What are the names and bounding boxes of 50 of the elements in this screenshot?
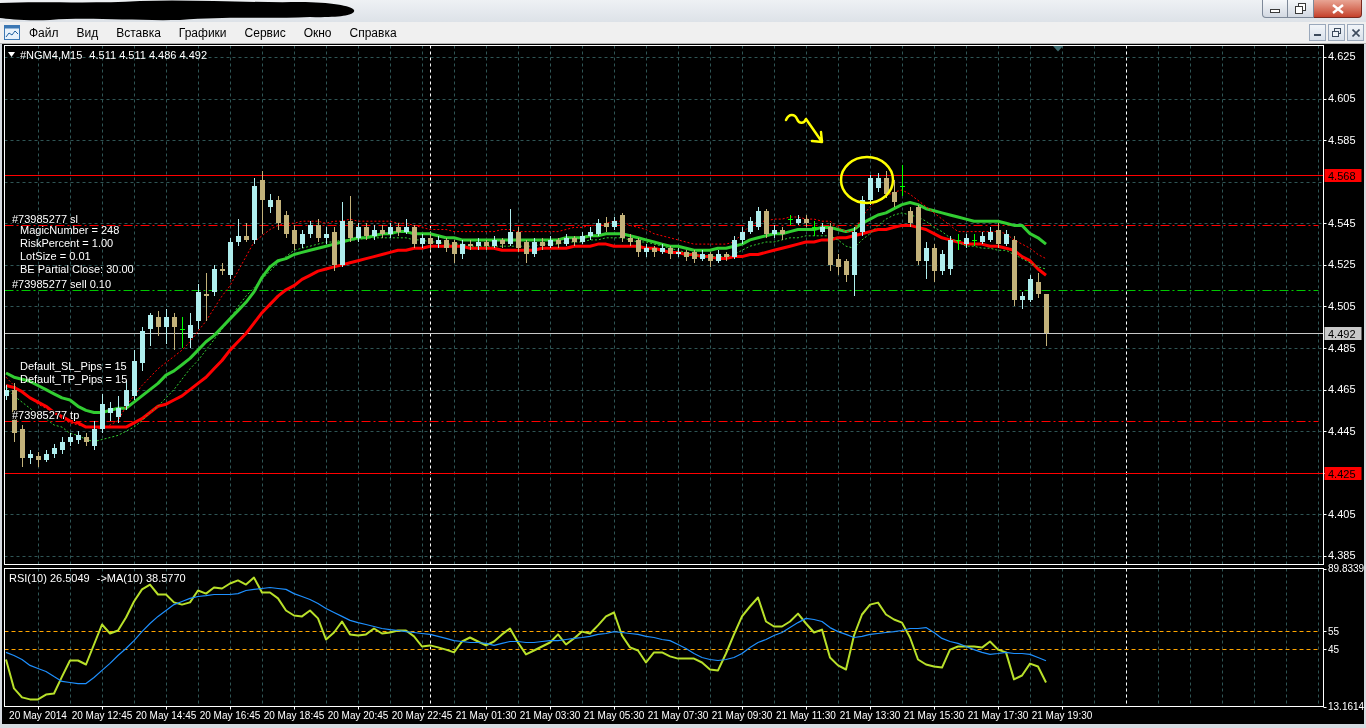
time-label: 21 May 01:30 [455,709,517,721]
ref-line-label: 4.492 [1328,327,1356,340]
info-text: Default_TP_Pips = 15 [20,373,128,385]
indicator-readout: ->MA(10) 38.5770 [96,571,186,584]
indicator-title: RSI(10) 26.5049 [9,571,90,584]
time-label: 21 May 17:30 [967,709,1029,721]
info-text: MagicNumber = 248 [20,223,120,236]
axis-label: 4.465 [1328,383,1356,396]
info-text: BE Partial Close: 30.00 [20,262,134,275]
time-label: 21 May 09:30 [711,709,773,721]
axis-label: 4.405 [1328,507,1356,520]
time-label: 21 May 05:30 [583,709,645,721]
info-text: RiskPercent = 1.00 [20,236,114,249]
time-label: 20 May 16:45 [199,709,261,721]
time-label: 20 May 22:45 [391,709,453,721]
axis-label: 4.445 [1328,424,1356,437]
time-label: 21 May 07:30 [647,709,709,721]
axis-label: 45 [1328,643,1340,655]
info-text: LotSize = 0.01 [20,249,91,262]
ref-line-label: 4.568 [1328,169,1356,182]
ohlc-readout: 4.511 4.511 4.486 4.492 [89,48,207,61]
time-label: 21 May 19:30 [1031,709,1093,721]
y-tick-label: 4.425 [1328,467,1356,480]
time-label: 20 May 2014 [9,709,67,721]
axis-label: 4.385 [1328,549,1356,562]
axis-label: 55 [1328,625,1340,637]
axis-label: 4.525 [1328,258,1356,271]
price-tag: 4.425 [1324,467,1362,480]
axis-label: 89.8339 [1328,563,1365,574]
axis-label: 4.505 [1328,299,1356,312]
time-label: 20 May 18:45 [263,709,325,721]
axis-label: 4.585 [1328,133,1356,146]
price-tag: 4.568 [1324,169,1362,182]
time-label: 20 May 12:45 [71,709,133,721]
time-label: 21 May 15:30 [903,709,965,721]
chart-title: #NGM4,M15 [20,48,83,61]
order-label: #73985277 sl [12,212,79,225]
time-label: 21 May 03:30 [519,709,581,721]
axis-label: 4.605 [1328,92,1356,104]
axis-label: 13.1614 [1328,701,1365,712]
time-label: 20 May 20:45 [327,709,389,721]
time-label: 21 May 13:30 [839,709,901,721]
order-label: #73985277 sell 0.10 [12,277,112,290]
time-label: 20 May 14:45 [135,709,197,721]
axis-label: 4.485 [1328,341,1356,354]
time-label: 21 May 11:30 [776,709,836,721]
price-tag: 4.492 [1324,327,1362,340]
axis-label: 4.625 [1328,50,1356,63]
info-text: Default_SL_Pips = 15 [20,360,127,372]
axis-label: 4.545 [1328,216,1356,229]
